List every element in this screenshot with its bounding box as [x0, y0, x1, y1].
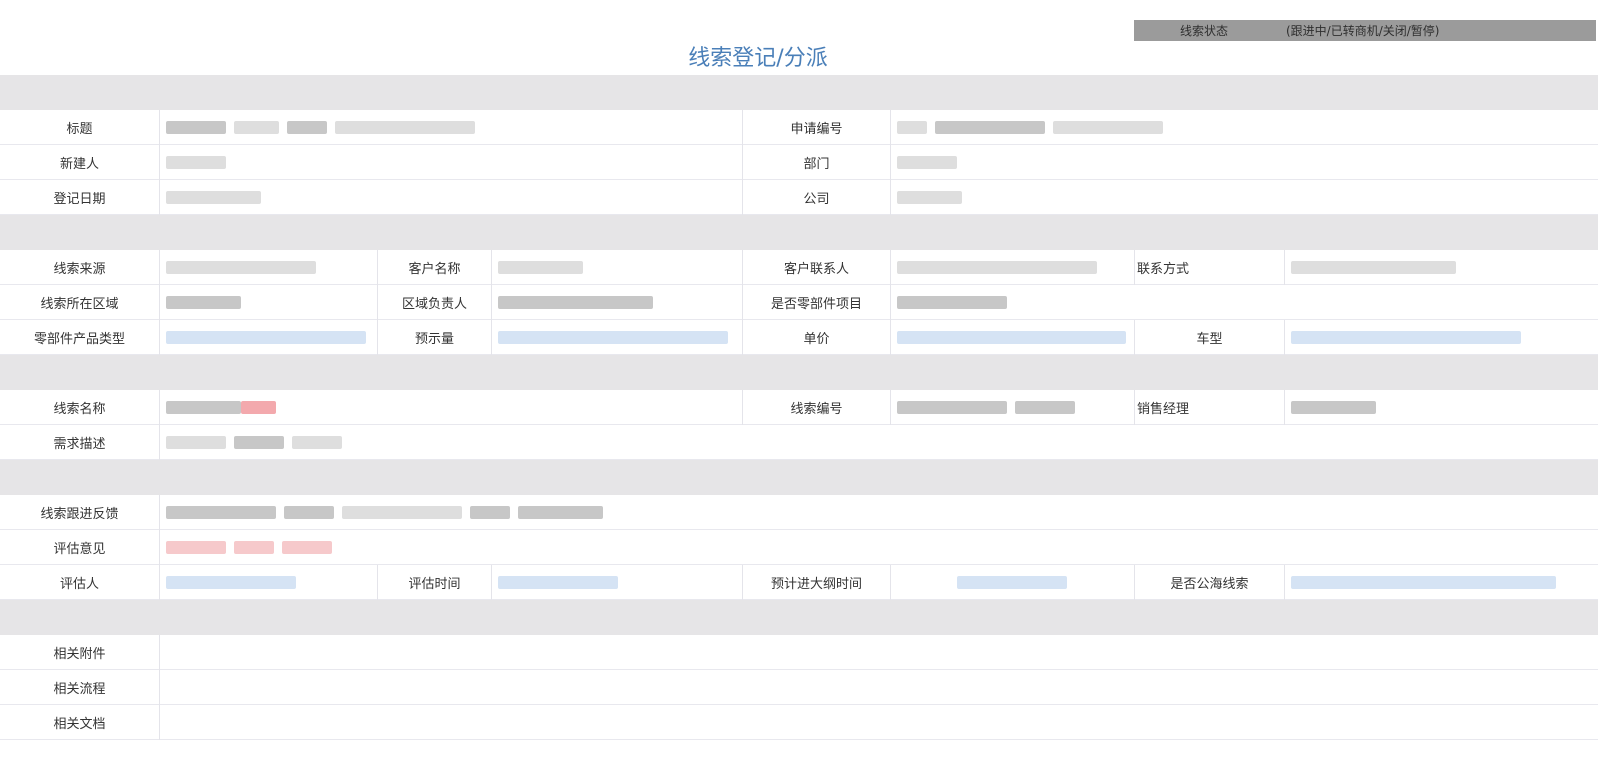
parts-project-label: 是否零部件项目	[743, 285, 891, 320]
section-band-related	[0, 600, 1598, 635]
department-field[interactable]	[891, 145, 1598, 180]
contact-method-label: 联系方式	[1135, 250, 1285, 285]
apply-no-field[interactable]	[891, 110, 1598, 145]
eval-time-field[interactable]	[492, 565, 743, 600]
form-row: 新建人 部门	[0, 145, 1598, 180]
form-row: 线索名称 线索编号 销售经理	[0, 390, 1598, 425]
unit-price-field[interactable]	[891, 320, 1135, 355]
parts-type-field[interactable]	[160, 320, 378, 355]
contact-method-field[interactable]	[1285, 250, 1598, 285]
title-field[interactable]	[160, 110, 743, 145]
lead-source-field[interactable]	[160, 250, 378, 285]
forecast-qty-label: 预示量	[378, 320, 492, 355]
attachments-label: 相关附件	[0, 635, 160, 670]
requirement-field[interactable]	[160, 425, 1598, 460]
lead-status-options: (跟进中/已转商机/关闭/暂停)	[1286, 24, 1440, 38]
forecast-qty-field[interactable]	[492, 320, 743, 355]
vehicle-model-label: 车型	[1135, 320, 1285, 355]
evaluator-label: 评估人	[0, 565, 160, 600]
lead-status-bar: 线索状态 (跟进中/已转商机/关闭/暂停)	[1134, 20, 1596, 41]
creator-label: 新建人	[0, 145, 160, 180]
department-label: 部门	[743, 145, 891, 180]
form-row: 线索跟进反馈	[0, 495, 1598, 530]
register-date-label: 登记日期	[0, 180, 160, 215]
company-label: 公司	[743, 180, 891, 215]
form-row: 评估人 评估时间 预计进大纲时间 是否公海线索	[0, 565, 1598, 600]
customer-name-label: 客户名称	[378, 250, 492, 285]
parts-type-label: 零部件产品类型	[0, 320, 160, 355]
form-row: 相关流程	[0, 670, 1598, 705]
eval-opinion-field[interactable]	[160, 530, 1598, 565]
register-date-field[interactable]	[160, 180, 743, 215]
customer-contact-label: 客户联系人	[743, 250, 891, 285]
lead-region-field[interactable]	[160, 285, 378, 320]
eval-opinion-label: 评估意见	[0, 530, 160, 565]
outline-time-field[interactable]	[891, 565, 1135, 600]
creator-field[interactable]	[160, 145, 743, 180]
section-band-basic	[0, 75, 1598, 110]
sales-manager-label: 销售经理	[1135, 390, 1285, 425]
form-row: 零部件产品类型 预示量 单价 车型	[0, 320, 1598, 355]
unit-price-label: 单价	[743, 320, 891, 355]
apply-no-label: 申请编号	[743, 110, 891, 145]
section-band-source	[0, 215, 1598, 250]
form-row: 登记日期 公司	[0, 180, 1598, 215]
related-processes-label: 相关流程	[0, 670, 160, 705]
customer-name-field[interactable]	[492, 250, 743, 285]
region-owner-label: 区域负责人	[378, 285, 492, 320]
form-row: 相关文档	[0, 705, 1598, 740]
page-title: 线索登记/分派	[688, 46, 828, 71]
eval-time-label: 评估时间	[378, 565, 492, 600]
form-row: 标题 申请编号	[0, 110, 1598, 145]
title-label: 标题	[0, 110, 160, 145]
form-row: 线索所在区域 区域负责人 是否零部件项目	[0, 285, 1598, 320]
lead-status-label: 线索状态	[1179, 24, 1228, 38]
customer-contact-field[interactable]	[891, 250, 1135, 285]
public-pool-label: 是否公海线索	[1135, 565, 1285, 600]
lead-name-label: 线索名称	[0, 390, 160, 425]
lead-region-label: 线索所在区域	[0, 285, 160, 320]
public-pool-field[interactable]	[1285, 565, 1598, 600]
form-row: 线索来源 客户名称 客户联系人 联系方式	[0, 250, 1598, 285]
evaluator-field[interactable]	[160, 565, 378, 600]
attachments-field[interactable]	[160, 635, 1598, 670]
follow-feedback-field[interactable]	[160, 495, 1598, 530]
lead-name-field[interactable]	[160, 390, 743, 425]
related-processes-field[interactable]	[160, 670, 1598, 705]
vehicle-model-field[interactable]	[1285, 320, 1598, 355]
lead-no-field[interactable]	[891, 390, 1135, 425]
region-owner-field[interactable]	[492, 285, 743, 320]
company-field[interactable]	[891, 180, 1598, 215]
lead-form: 标题 申请编号 新建人 部门 登记日期 公司 线索来源 客户名称 客户联系人 联…	[0, 75, 1598, 740]
form-row: 相关附件	[0, 635, 1598, 670]
form-row: 需求描述	[0, 425, 1598, 460]
related-documents-label: 相关文档	[0, 705, 160, 740]
section-band-lead-info	[0, 355, 1598, 390]
requirement-label: 需求描述	[0, 425, 160, 460]
lead-source-label: 线索来源	[0, 250, 160, 285]
lead-no-label: 线索编号	[743, 390, 891, 425]
related-documents-field[interactable]	[160, 705, 1598, 740]
sales-manager-field[interactable]	[1285, 390, 1598, 425]
form-row: 评估意见	[0, 530, 1598, 565]
parts-project-field[interactable]	[891, 285, 1598, 320]
section-band-evaluation	[0, 460, 1598, 495]
follow-feedback-label: 线索跟进反馈	[0, 495, 160, 530]
outline-time-label: 预计进大纲时间	[743, 565, 891, 600]
